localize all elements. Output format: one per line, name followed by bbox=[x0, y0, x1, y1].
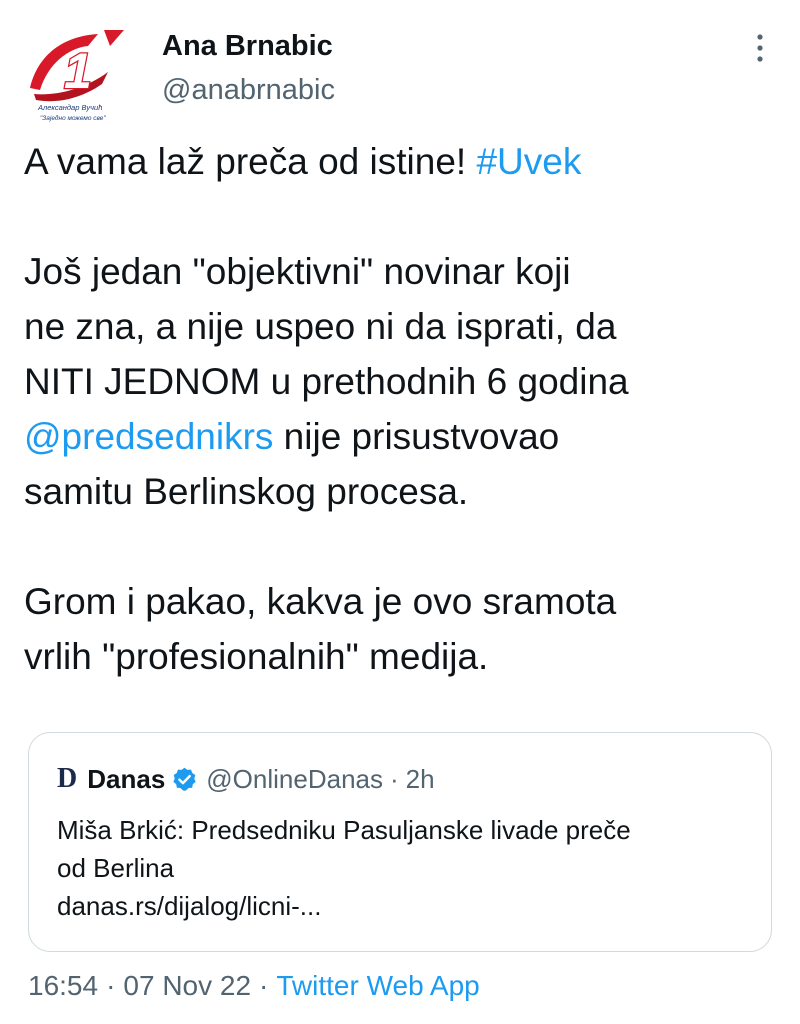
tweet-line: A vama laž preča od istine! #Uvek bbox=[24, 134, 784, 189]
quoted-text-line: od Berlina bbox=[57, 853, 175, 883]
tweet-line: @predsednikrs nije prisustvovao bbox=[24, 409, 784, 464]
quoted-timestamp[interactable]: 2h bbox=[406, 761, 435, 797]
svg-text:Александар Вучић: Александар Вучић bbox=[37, 103, 102, 112]
separator-dot: · bbox=[106, 970, 116, 1001]
avatar-logo-icon: 1 1 Александар Вучић "Заједно можемо све… bbox=[30, 30, 124, 122]
tweet-line: Još jedan "objektivni" novinar koji bbox=[24, 251, 571, 292]
verified-badge-icon bbox=[171, 766, 198, 793]
more-options-button[interactable] bbox=[742, 26, 778, 70]
tweet-time[interactable]: 16:54 bbox=[28, 970, 98, 1001]
svg-text:1: 1 bbox=[64, 43, 92, 99]
tweet: 1 1 Александар Вучић "Заједно можемо све… bbox=[0, 0, 800, 1024]
hashtag-link[interactable]: #Uvek bbox=[476, 141, 581, 182]
mention-link[interactable]: @predsednikrs bbox=[24, 416, 273, 457]
quoted-tweet-header: D Danas @OnlineDanas · 2h bbox=[57, 761, 435, 797]
separator-dot: · bbox=[259, 970, 269, 1001]
svg-text:"Заједно можемо све": "Заједно можемо све" bbox=[40, 114, 106, 122]
author-handle[interactable]: @anabrnabic bbox=[162, 70, 335, 110]
tweet-line-text: A vama laž preča od istine! bbox=[24, 141, 477, 182]
tweet-text: A vama laž preča od istine! #Uvek Još je… bbox=[24, 134, 784, 684]
author-block: Ana Brnabic @anabrnabic bbox=[162, 26, 335, 110]
quoted-tweet-card[interactable]: D Danas @OnlineDanas · 2h Miša Brkić: Pr… bbox=[28, 732, 772, 952]
tweet-line: samitu Berlinskog procesa. bbox=[24, 471, 469, 512]
tweet-line: NITI JEDNOM u prethodnih 6 godina bbox=[24, 361, 629, 402]
quoted-tweet-body: Miša Brkić: Predsedniku Pasuljanske liva… bbox=[57, 811, 757, 925]
quoted-avatar[interactable]: D bbox=[57, 761, 77, 797]
quoted-author-handle[interactable]: @OnlineDanas bbox=[206, 761, 383, 797]
tweet-line: vrlih "profesionalnih" medija. bbox=[24, 636, 489, 677]
tweet-line-text: nije prisustvovao bbox=[273, 416, 560, 457]
quoted-text-line: Miša Brkić: Predsedniku Pasuljanske liva… bbox=[57, 815, 631, 845]
tweet-line: ne zna, a nije uspeo ni da isprati, da bbox=[24, 306, 617, 347]
avatar[interactable]: 1 1 Александар Вучић "Заједно можемо све… bbox=[24, 24, 134, 128]
tweet-source-link[interactable]: Twitter Web App bbox=[276, 970, 479, 1001]
separator-dot: · bbox=[390, 764, 399, 794]
tweet-meta: 16:54 · 07 Nov 22 · Twitter Web App bbox=[28, 966, 480, 1006]
more-vertical-icon bbox=[757, 34, 763, 62]
author-name[interactable]: Ana Brnabic bbox=[162, 26, 335, 66]
tweet-date[interactable]: 07 Nov 22 bbox=[123, 970, 251, 1001]
tweet-line: Grom i pakao, kakva je ovo sramota bbox=[24, 581, 617, 622]
quoted-link[interactable]: danas.rs/dijalog/licni-... bbox=[57, 887, 757, 925]
quoted-author-name[interactable]: Danas bbox=[87, 761, 165, 797]
